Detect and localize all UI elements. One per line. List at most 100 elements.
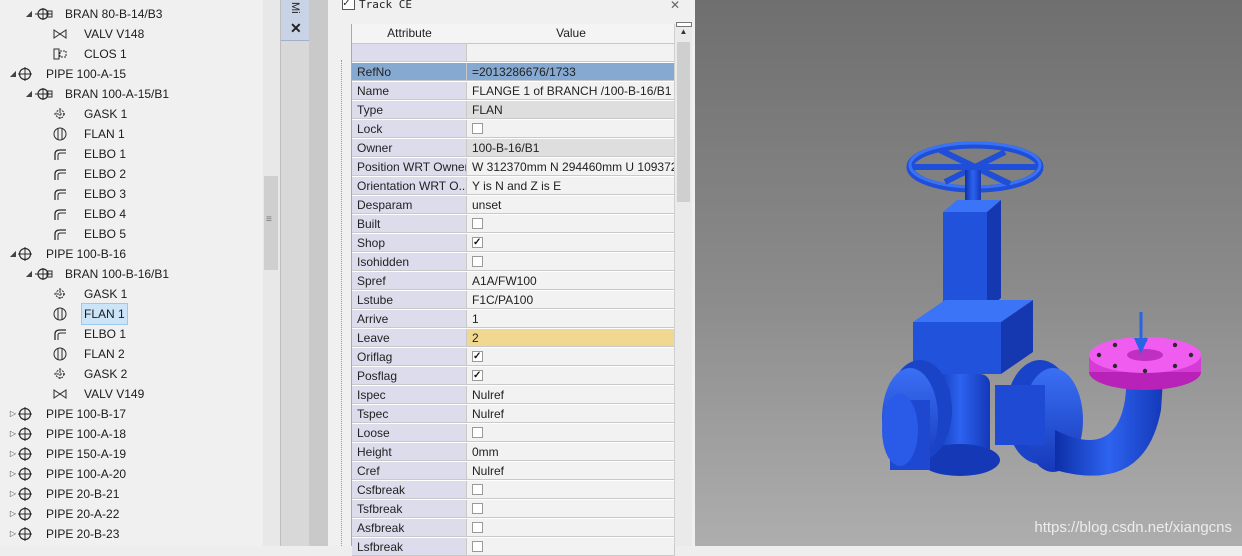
gask-icon: [52, 107, 68, 121]
elbo-icon: [52, 147, 68, 161]
track-ce-checkbox[interactable]: Track CE: [342, 0, 412, 13]
3d-viewport[interactable]: https://blog.csdn.net/xiangcns: [695, 0, 1242, 546]
checkbox[interactable]: [472, 367, 483, 384]
pipe-icon: [17, 507, 33, 521]
attribute-value-cell[interactable]: [467, 44, 675, 62]
clos-icon: [52, 47, 68, 61]
grip-icon: ≡: [266, 214, 272, 225]
elbo-icon: [52, 187, 68, 201]
tree-item-label: FLAN 2: [84, 347, 125, 361]
attribute-value-cell[interactable]: [467, 519, 675, 537]
side-tab[interactable]: Mi ✕: [281, 0, 310, 41]
attribute-value-cell[interactable]: F1C/PA100: [467, 291, 675, 309]
attribute-value-cell[interactable]: Nulref: [467, 386, 675, 404]
attribute-value-cell[interactable]: FLANGE 1 of BRANCH /100-B-16/B1: [467, 82, 675, 100]
attribute-name-cell: Built: [352, 215, 467, 233]
tree-item-label: ELBO 3: [84, 187, 127, 201]
checkbox[interactable]: [472, 348, 483, 365]
attribute-value-cell[interactable]: unset: [467, 196, 675, 214]
attribute-name-cell: Name: [352, 82, 467, 100]
tree-item-label: FLAN 1: [81, 303, 128, 325]
tree-item-label: PIPE 100-A-20: [46, 467, 127, 481]
attribute-value-cell[interactable]: 100-B-16/B1: [467, 139, 675, 157]
attribute-value-cell[interactable]: [467, 348, 675, 366]
attribute-value-cell[interactable]: 1: [467, 310, 675, 328]
attribute-name-cell: Height: [352, 443, 467, 461]
checkbox-icon[interactable]: [342, 0, 355, 11]
expand-toggle-icon[interactable]: ◢: [24, 4, 34, 24]
splitter[interactable]: [309, 0, 328, 546]
tree-item-label: ELBO 4: [84, 207, 127, 221]
attribute-name-cell: Shop: [352, 234, 467, 252]
close-icon[interactable]: ✕: [290, 20, 302, 37]
valve-model[interactable]: [695, 0, 1242, 546]
attribute-name-cell: Tspec: [352, 405, 467, 423]
gask-icon: [52, 367, 68, 381]
attribute-value-cell[interactable]: =2013286676/1733: [467, 63, 675, 81]
checkbox[interactable]: [472, 484, 483, 495]
model-explorer-tree: ◢ BRAN 80-B-14/B3 VALV V148 CLOS 1 ◢ PIPE 100…: [0, 0, 263, 546]
attribute-value-cell[interactable]: W 312370mm N 294460mm U 109372.5: [467, 158, 675, 176]
attribute-value-cell[interactable]: [467, 215, 675, 233]
checkbox[interactable]: [472, 234, 483, 251]
attribute-value-cell[interactable]: [467, 481, 675, 499]
attribute-value-cell[interactable]: 2: [467, 329, 675, 347]
checkbox[interactable]: [472, 123, 483, 134]
attribute-value-cell[interactable]: FLAN: [467, 101, 675, 119]
bran-icon: [35, 267, 53, 281]
attribute-value-cell[interactable]: [467, 234, 675, 252]
attribute-value-cell[interactable]: 0mm: [467, 443, 675, 461]
attribute-name-cell: Owner: [352, 139, 467, 157]
tree-item-label: GASK 1: [84, 287, 128, 301]
attribute-value-cell[interactable]: [467, 424, 675, 442]
gask-icon: [52, 287, 68, 301]
attribute-value-cell[interactable]: [467, 367, 675, 385]
grid-scrollbar[interactable]: ▲: [674, 22, 692, 546]
attribute-value-cell[interactable]: [467, 253, 675, 271]
pipe-icon: [17, 247, 33, 261]
attribute-name-cell: RefNo: [352, 63, 467, 81]
elbo-icon: [52, 227, 68, 241]
tree-item-label: PIPE 20-B-21: [46, 487, 120, 501]
checkbox[interactable]: [472, 503, 483, 514]
tree-scrollbar[interactable]: ≡: [263, 0, 280, 546]
attribute-value-cell[interactable]: [467, 538, 675, 556]
flan-icon: [52, 347, 68, 361]
pipe-icon: [17, 67, 33, 81]
column-header-value[interactable]: Value: [467, 24, 676, 44]
checkbox[interactable]: [472, 427, 483, 438]
tree-item-label: VALV V148: [84, 27, 145, 41]
checkbox[interactable]: [472, 541, 483, 552]
checkbox[interactable]: [472, 522, 483, 533]
attribute-value-cell[interactable]: [467, 500, 675, 518]
pin-icon[interactable]: ✕: [670, 0, 680, 12]
highlighted-flange[interactable]: [1089, 337, 1201, 390]
tree-item-label: PIPE 100-A-18: [46, 427, 127, 441]
pipe-icon: [17, 427, 33, 441]
elbo-icon: [52, 167, 68, 181]
pipe-icon: [17, 447, 33, 461]
grid-scrollbar-thumb[interactable]: [677, 42, 690, 202]
tree-item-label: GASK 1: [84, 107, 128, 121]
expand-toggle-icon[interactable]: ◢: [24, 264, 34, 284]
attribute-value-cell[interactable]: [467, 120, 675, 138]
attribute-value-cell[interactable]: A1A/FW100: [467, 272, 675, 290]
checkbox[interactable]: [472, 256, 483, 267]
attribute-value-cell[interactable]: Nulref: [467, 462, 675, 480]
attribute-name-cell: Orientation WRT O...: [352, 177, 467, 195]
checkbox[interactable]: [472, 218, 483, 229]
expand-toggle-icon[interactable]: ◢: [24, 84, 34, 104]
valv-icon: [52, 27, 68, 41]
scroll-up-icon[interactable]: ▲: [675, 24, 692, 40]
attribute-name-cell: Type: [352, 101, 467, 119]
attribute-name-cell: [352, 44, 467, 62]
column-header-attribute[interactable]: Attribute: [352, 24, 468, 44]
watermark: https://blog.csdn.net/xiangcns: [1034, 519, 1232, 536]
attribute-name-cell: Cref: [352, 462, 467, 480]
pipe-icon: [17, 407, 33, 421]
attribute-value-cell[interactable]: Nulref: [467, 405, 675, 423]
valve-bonnet: [943, 212, 987, 310]
tree-item-label: FLAN 1: [84, 127, 125, 141]
attribute-value-cell[interactable]: Y is N and Z is E: [467, 177, 675, 195]
attribute-name-cell: Csfbreak: [352, 481, 467, 499]
